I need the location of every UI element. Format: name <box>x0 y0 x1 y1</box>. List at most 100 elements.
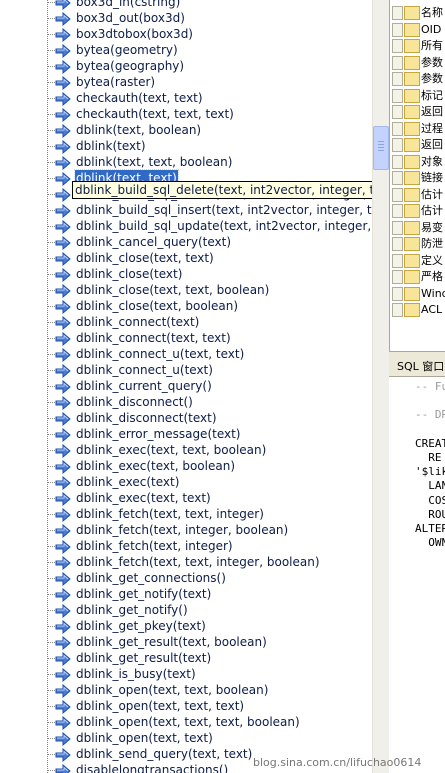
function-arrow-icon <box>55 699 71 715</box>
tree-item[interactable]: dblink_connect_u(text, text) <box>0 346 372 363</box>
property-row[interactable]: Wind <box>390 285 445 302</box>
tree-item[interactable]: dblink_open(text, text, boolean) <box>0 682 372 699</box>
tree-item[interactable]: dblink_build_sql_insert(text, int2vector… <box>0 202 372 219</box>
property-row[interactable]: 估计 <box>390 186 445 203</box>
function-arrow-icon <box>55 475 71 491</box>
tree-item-label: dblink_fetch(text, text, integer, boolea… <box>76 555 320 569</box>
property-icon <box>404 237 420 251</box>
property-row[interactable]: 参数 <box>390 70 445 87</box>
property-name: 对象 <box>421 154 443 168</box>
property-row[interactable]: 返回 <box>390 136 445 153</box>
tree-item[interactable]: dblink_connect(text, text) <box>0 330 372 347</box>
property-row[interactable]: 易变 <box>390 219 445 236</box>
property-row[interactable]: 标记 <box>390 87 445 104</box>
tree-item[interactable]: dblink_disconnect(text) <box>0 410 372 427</box>
property-row[interactable]: 参数 <box>390 54 445 71</box>
tree-item[interactable]: dblink_close(text, boolean) <box>0 298 372 315</box>
property-name: 所有 <box>421 39 443 52</box>
tree-item[interactable]: box3d_out(box3d) <box>0 10 372 27</box>
property-name: 定义 <box>421 253 443 267</box>
property-name: 标记 <box>421 88 443 102</box>
sql-editor[interactable]: -- Fu -- DR CREAT RE '$lik LAN COS ROU ALTER… <box>389 377 445 773</box>
property-row[interactable]: 过程 <box>390 120 445 137</box>
property-icon <box>404 88 420 103</box>
tree-item-label: dblink_connect(text, text) <box>76 331 231 345</box>
panel-splitter[interactable] <box>389 351 445 358</box>
tree-item[interactable]: dblink(text, boolean) <box>0 122 372 139</box>
tree-item[interactable]: checkauth(text, text, text) <box>0 106 372 123</box>
property-row[interactable]: 链接 <box>390 169 445 186</box>
tree-item[interactable]: dblink_error_message(text) <box>0 426 372 443</box>
tree-item-label: dblink_open(text, text, text) <box>76 699 245 713</box>
tree-item[interactable]: dblink_open(text, text) <box>0 730 372 747</box>
tree-item[interactable]: dblink_close(text, text, boolean) <box>0 282 372 299</box>
tree-item[interactable]: dblink_exec(text, text) <box>0 490 372 507</box>
tree-item[interactable]: dblink_get_pkey(text) <box>0 618 372 635</box>
function-arrow-icon <box>55 11 71 27</box>
property-row[interactable]: 对象 <box>390 153 445 170</box>
property-name: 名称 <box>421 6 443 19</box>
tree-item[interactable]: dblink_exec(text) <box>0 474 372 491</box>
tree-item[interactable]: dblink_connect(text) <box>0 314 372 331</box>
tree-item-label: dblink_connect_u(text) <box>76 363 213 377</box>
tree-item[interactable]: dblink_close(text) <box>0 266 372 283</box>
property-row[interactable]: 估计 <box>390 202 445 219</box>
sql-panel-tab[interactable]: SQL 窗口 <box>389 358 445 377</box>
property-row[interactable]: 防泄 <box>390 235 445 252</box>
tree-item-label: dblink_send_query(text, text) <box>76 747 253 761</box>
property-row[interactable]: OID <box>390 21 445 38</box>
item-tooltip: dblink_build_sql_delete(text, int2vector… <box>72 181 411 199</box>
tree-item[interactable]: dblink_open(text, text, text, boolean) <box>0 714 372 731</box>
expand-box-icon <box>392 187 403 202</box>
tree-item-label: dblink_disconnect(text) <box>76 411 217 425</box>
tree-item[interactable]: box3dtobox(box3d) <box>0 26 372 43</box>
sql-line: LAN <box>415 479 445 493</box>
property-row[interactable]: ACL <box>390 301 445 318</box>
tree-item[interactable]: dblink_build_sql_update(text, int2vector… <box>0 218 372 235</box>
tree-item[interactable]: dblink_get_notify(text) <box>0 586 372 603</box>
tree-item[interactable]: dblink(text) <box>0 138 372 155</box>
tree-item[interactable]: dblink_get_connections() <box>0 570 372 587</box>
tree-item[interactable]: bytea(geometry) <box>0 42 372 59</box>
object-browser-tree[interactable]: box3d_in(cstring) box3d_out(box3d) box3dto… <box>0 0 372 773</box>
sql-line: '$lik <box>415 465 445 479</box>
tree-item[interactable]: dblink(text, text, boolean) <box>0 154 372 171</box>
tree-item[interactable]: dblink_get_result(text) <box>0 650 372 667</box>
tree-item[interactable]: dblink_fetch(text, integer, boolean) <box>0 522 372 539</box>
property-name: 过程 <box>421 121 443 135</box>
property-row[interactable]: 名称 <box>390 4 445 21</box>
tree-item[interactable]: checkauth(text, text) <box>0 90 372 107</box>
tree-item-label: dblink_close(text) <box>76 267 183 281</box>
tree-item[interactable]: dblink_fetch(text, text, integer) <box>0 506 372 523</box>
tree-vertical-scrollbar[interactable] <box>372 0 389 773</box>
tree-item[interactable]: dblink_fetch(text, text, integer, boolea… <box>0 554 372 571</box>
tree-item[interactable]: dblink_exec(text, boolean) <box>0 458 372 475</box>
tree-item[interactable]: bytea(raster) <box>0 74 372 91</box>
tree-item[interactable]: box3d_in(cstring) <box>0 0 372 11</box>
property-row[interactable]: 返回 <box>390 103 445 120</box>
tree-item[interactable]: dblink_get_result(text, boolean) <box>0 634 372 651</box>
tree-item[interactable]: dblink_exec(text, text, boolean) <box>0 442 372 459</box>
expand-box-icon <box>392 88 403 103</box>
property-row[interactable]: 所有 <box>390 37 445 54</box>
property-icon <box>404 39 420 53</box>
tree-item[interactable]: dblink_fetch(text, integer) <box>0 538 372 555</box>
tree-item-label: bytea(geography) <box>76 59 185 73</box>
scrollbar-thumb[interactable] <box>373 126 389 170</box>
tree-item[interactable]: dblink_close(text, text) <box>0 250 372 267</box>
tree-item[interactable]: dblink_current_query() <box>0 378 372 395</box>
tree-item[interactable]: dblink_connect_u(text) <box>0 362 372 379</box>
property-row[interactable]: 严格 <box>390 268 445 285</box>
tree-item-label: dblink(text, boolean) <box>76 123 202 137</box>
tree-item[interactable]: dblink_get_notify() <box>0 602 372 619</box>
tree-item[interactable]: dblink_is_busy(text) <box>0 666 372 683</box>
function-arrow-icon <box>55 331 71 347</box>
tree-item[interactable]: dblink_cancel_query(text) <box>0 234 372 251</box>
function-arrow-icon <box>55 347 71 363</box>
tree-item[interactable]: dblink_disconnect() <box>0 394 372 411</box>
tree-item[interactable]: bytea(geography) <box>0 58 372 75</box>
function-arrow-icon <box>55 651 71 667</box>
property-row[interactable]: 定义 <box>390 252 445 269</box>
function-arrow-icon <box>55 763 71 773</box>
tree-item[interactable]: dblink_open(text, text, text) <box>0 698 372 715</box>
